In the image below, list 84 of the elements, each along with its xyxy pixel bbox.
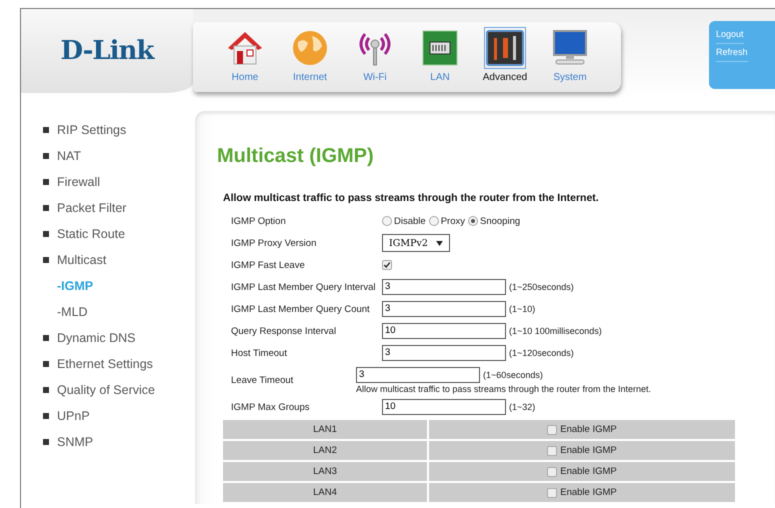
- sidebar-item[interactable]: Multicast: [43, 247, 195, 273]
- radio-label: Proxy: [440, 216, 465, 226]
- bullet-icon: [43, 361, 49, 367]
- sidebar-item[interactable]: RIP Settings: [43, 117, 195, 143]
- bullet-icon: [43, 127, 49, 133]
- field-note: Allow multicast traffic to pass streams through the router from the Internet.: [356, 384, 652, 394]
- field-label: IGMP Last Member Query Interval: [231, 282, 376, 292]
- bullet-icon: [43, 231, 49, 237]
- sidebar-item[interactable]: Dynamic DNS: [43, 325, 195, 351]
- field-label: IGMP Proxy Version: [231, 238, 318, 248]
- table-cell: LAN4: [223, 483, 427, 502]
- logo[interactable]: D-Link: [60, 36, 154, 66]
- table-cell: LAN1: [223, 420, 427, 439]
- bullet-icon: [43, 387, 49, 393]
- field-label: IGMP Last Member Query Count: [231, 304, 371, 314]
- page-title: Multicast (IGMP): [217, 145, 374, 168]
- range-hint: (1~60seconds): [483, 370, 543, 380]
- checkbox[interactable]: [547, 446, 558, 456]
- sidebar-item[interactable]: Firewall: [43, 169, 195, 195]
- bullet-icon: [43, 153, 49, 159]
- bullet-icon: [43, 335, 49, 341]
- range-hint: (1~32): [509, 402, 536, 412]
- bullet-icon: [43, 205, 49, 211]
- sidebar-item-label: Dynamic DNS: [57, 331, 136, 345]
- field-label: Leave Timeout: [231, 374, 294, 386]
- checkbox[interactable]: [547, 488, 558, 498]
- sidebar-item[interactable]: Ethernet Settings: [43, 351, 195, 377]
- bullet-icon: [43, 439, 49, 445]
- input-field[interactable]: 10: [382, 399, 506, 415]
- sidebar-item-label: Quality of Service: [57, 383, 155, 397]
- sidebar-item-label: RIP Settings: [57, 123, 126, 137]
- version-dropdown[interactable]: IGMPv2: [382, 234, 450, 252]
- sidebar-item[interactable]: SNMP: [43, 429, 195, 455]
- radio-label: Snooping: [480, 216, 520, 226]
- field-label: Query Response Interval: [231, 326, 338, 336]
- range-hint: (1~10): [509, 304, 536, 314]
- sidebar-item-label: NAT: [57, 149, 82, 163]
- field-label: IGMP Option: [231, 216, 287, 226]
- caret-icon: [436, 240, 443, 246]
- sidebar-item[interactable]: Static Route: [43, 221, 195, 247]
- table-cell: LAN2: [223, 441, 427, 460]
- nav-tab[interactable]: Advanced: [483, 22, 527, 92]
- sidebar-subitem[interactable]: -MLD: [43, 299, 88, 325]
- radio-label: Disable: [394, 216, 426, 226]
- checkbox-label: Enable IGMP: [560, 445, 617, 456]
- bullet-icon: [43, 257, 49, 263]
- range-hint: (1~250seconds): [509, 282, 574, 292]
- input-field[interactable]: 10: [382, 323, 506, 339]
- sidebar-item-label: Static Route: [57, 227, 126, 241]
- globe-icon: [290, 28, 330, 68]
- sidebar-item-label: SNMP: [57, 435, 94, 449]
- sidebar-item[interactable]: Packet Filter: [43, 195, 195, 221]
- sidebar-item-label: Firewall: [57, 175, 100, 189]
- radio-button[interactable]: [382, 216, 392, 226]
- table-cell: LAN3: [223, 462, 427, 481]
- sidebar-item-label: Ethernet Settings: [57, 357, 153, 371]
- checkbox[interactable]: [382, 260, 392, 270]
- ethernet-port-icon: [420, 28, 460, 68]
- sidebar-item-label: UPnP: [57, 409, 90, 423]
- checkbox[interactable]: [547, 466, 558, 476]
- page-description: Allow multicast traffic to pass streams through the router from the Internet.: [223, 192, 599, 204]
- sidebar-item[interactable]: NAT: [43, 143, 195, 169]
- input-field[interactable]: 3: [356, 366, 480, 382]
- tools-icon: [485, 28, 525, 68]
- sidebar-item[interactable]: Quality of Service: [43, 377, 195, 403]
- checkbox-label: Enable IGMP: [560, 466, 617, 477]
- radio-button[interactable]: [468, 216, 478, 226]
- field-label: IGMP Fast Leave: [231, 260, 306, 270]
- input-field[interactable]: 3: [382, 345, 506, 361]
- range-hint: (1~120seconds): [509, 348, 574, 358]
- input-field[interactable]: 3: [382, 279, 506, 295]
- checkbox[interactable]: [547, 424, 558, 434]
- checkbox-label: Enable IGMP: [560, 487, 617, 498]
- sidebar-item-label: Multicast: [57, 253, 106, 267]
- field-label: IGMP Max Groups: [231, 402, 310, 412]
- sidebar-item[interactable]: UPnP: [43, 403, 195, 429]
- range-hint: (1~10 100milliseconds): [509, 326, 602, 336]
- field-label: Host Timeout: [231, 348, 288, 358]
- sidebar-item-label: Packet Filter: [57, 201, 126, 215]
- checkbox-label: Enable IGMP: [560, 424, 617, 435]
- input-field[interactable]: 3: [382, 301, 506, 317]
- bullet-icon: [43, 413, 49, 419]
- radio-button[interactable]: [428, 216, 439, 226]
- bullet-icon: [43, 179, 49, 185]
